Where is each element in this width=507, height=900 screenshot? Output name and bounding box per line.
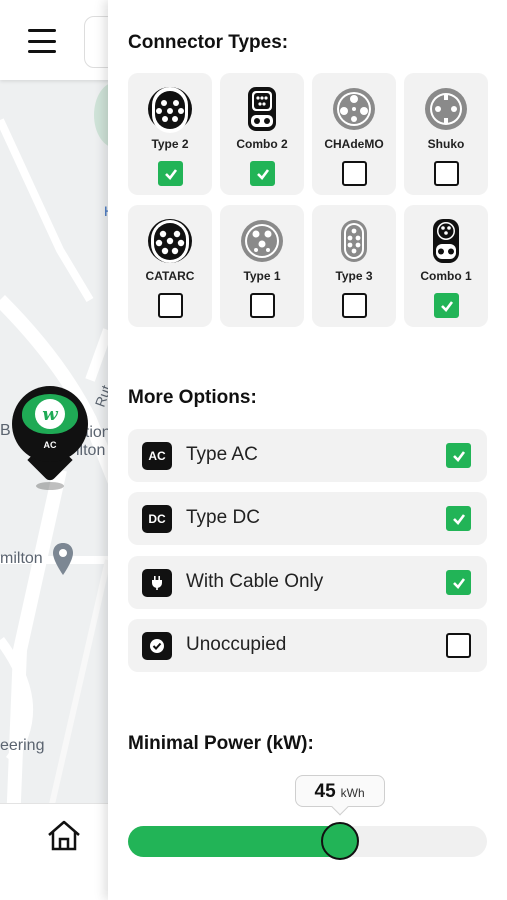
- more-options-heading: More Options:: [128, 387, 257, 408]
- dc-badge-icon: DC: [142, 505, 172, 533]
- checkmark-icon: [440, 300, 453, 312]
- option-label: Type AC: [186, 444, 258, 465]
- cable-plug-icon: [142, 569, 172, 597]
- power-unit: kWh: [340, 786, 365, 800]
- connector-label: Type 2: [151, 137, 189, 151]
- minimal-power-heading: Minimal Power (kW):: [128, 733, 314, 754]
- option-label: With Cable Only: [186, 571, 324, 592]
- connector-checkbox[interactable]: [342, 293, 367, 318]
- option-checkbox[interactable]: [446, 633, 471, 658]
- chademo-plug-icon: [333, 88, 375, 130]
- option-label: Type DC: [186, 507, 260, 528]
- power-slider-thumb[interactable]: [320, 822, 359, 860]
- brand-logo-icon: w: [35, 399, 65, 429]
- connector-label: Combo 1: [420, 269, 472, 283]
- connector-card-catarc[interactable]: CATARC: [128, 205, 212, 327]
- check-badge-icon: [142, 632, 172, 660]
- connector-card-combo1[interactable]: Combo 1: [404, 205, 488, 327]
- connector-types-heading: Connector Types:: [128, 32, 289, 53]
- type1-plug-icon: [241, 220, 283, 262]
- charger-map-pin[interactable]: w AC: [12, 386, 88, 492]
- connector-checkbox[interactable]: [250, 161, 275, 186]
- filter-drawer: Connector Types: Type 2 Combo 2 CHAdeMO …: [108, 0, 507, 900]
- connector-checkbox[interactable]: [434, 161, 459, 186]
- connector-label: CHAdeMO: [324, 137, 384, 151]
- checkmark-icon: [256, 168, 269, 180]
- power-slider-fill: [128, 826, 340, 857]
- option-checkbox[interactable]: [446, 443, 471, 468]
- connector-card-shuko[interactable]: Shuko: [404, 73, 488, 195]
- option-with-cable[interactable]: With Cable Only: [128, 556, 487, 609]
- map-label: milton: [0, 550, 43, 567]
- checkmark-icon: [452, 513, 465, 525]
- map-label: B: [0, 422, 11, 439]
- combo2-plug-icon: [248, 87, 276, 131]
- option-label: Unoccupied: [186, 634, 287, 655]
- combo1-plug-icon: [433, 219, 459, 263]
- option-type-ac[interactable]: AC Type AC: [128, 429, 487, 482]
- home-icon[interactable]: [46, 818, 82, 852]
- shuko-plug-icon: [425, 88, 467, 130]
- connector-card-chademo[interactable]: CHAdeMO: [312, 73, 396, 195]
- connector-label: Type 1: [243, 269, 281, 283]
- type3-plug-icon: [341, 220, 367, 262]
- connector-checkbox[interactable]: [158, 293, 183, 318]
- pin-label: AC: [43, 440, 57, 450]
- type2-plug-icon: [148, 87, 192, 133]
- connector-card-type3[interactable]: Type 3: [312, 205, 396, 327]
- ac-badge-icon: AC: [142, 442, 172, 470]
- connector-checkbox[interactable]: [158, 161, 183, 186]
- option-checkbox[interactable]: [446, 570, 471, 595]
- connector-card-type1[interactable]: Type 1: [220, 205, 304, 327]
- map-label: eering: [0, 737, 45, 754]
- connector-label: CATARC: [145, 269, 195, 283]
- connector-label: Combo 2: [236, 137, 288, 151]
- connector-checkbox[interactable]: [434, 293, 459, 318]
- checkmark-icon: [452, 450, 465, 462]
- catarc-plug-icon: [148, 219, 192, 263]
- connector-card-combo2[interactable]: Combo 2: [220, 73, 304, 195]
- connector-checkbox[interactable]: [342, 161, 367, 186]
- connector-card-type2[interactable]: Type 2: [128, 73, 212, 195]
- power-value: 45: [314, 781, 336, 802]
- option-checkbox[interactable]: [446, 506, 471, 531]
- checkmark-icon: [164, 168, 177, 180]
- connector-label: Type 3: [335, 269, 373, 283]
- connector-label: Shuko: [427, 137, 465, 151]
- option-unoccupied[interactable]: Unoccupied: [128, 619, 487, 672]
- option-type-dc[interactable]: DC Type DC: [128, 492, 487, 545]
- location-pin-icon[interactable]: [52, 542, 74, 576]
- connector-checkbox[interactable]: [250, 293, 275, 318]
- checkmark-icon: [452, 577, 465, 589]
- hamburger-menu-icon[interactable]: [24, 26, 60, 56]
- power-value-tooltip: 45 kWh: [294, 775, 385, 807]
